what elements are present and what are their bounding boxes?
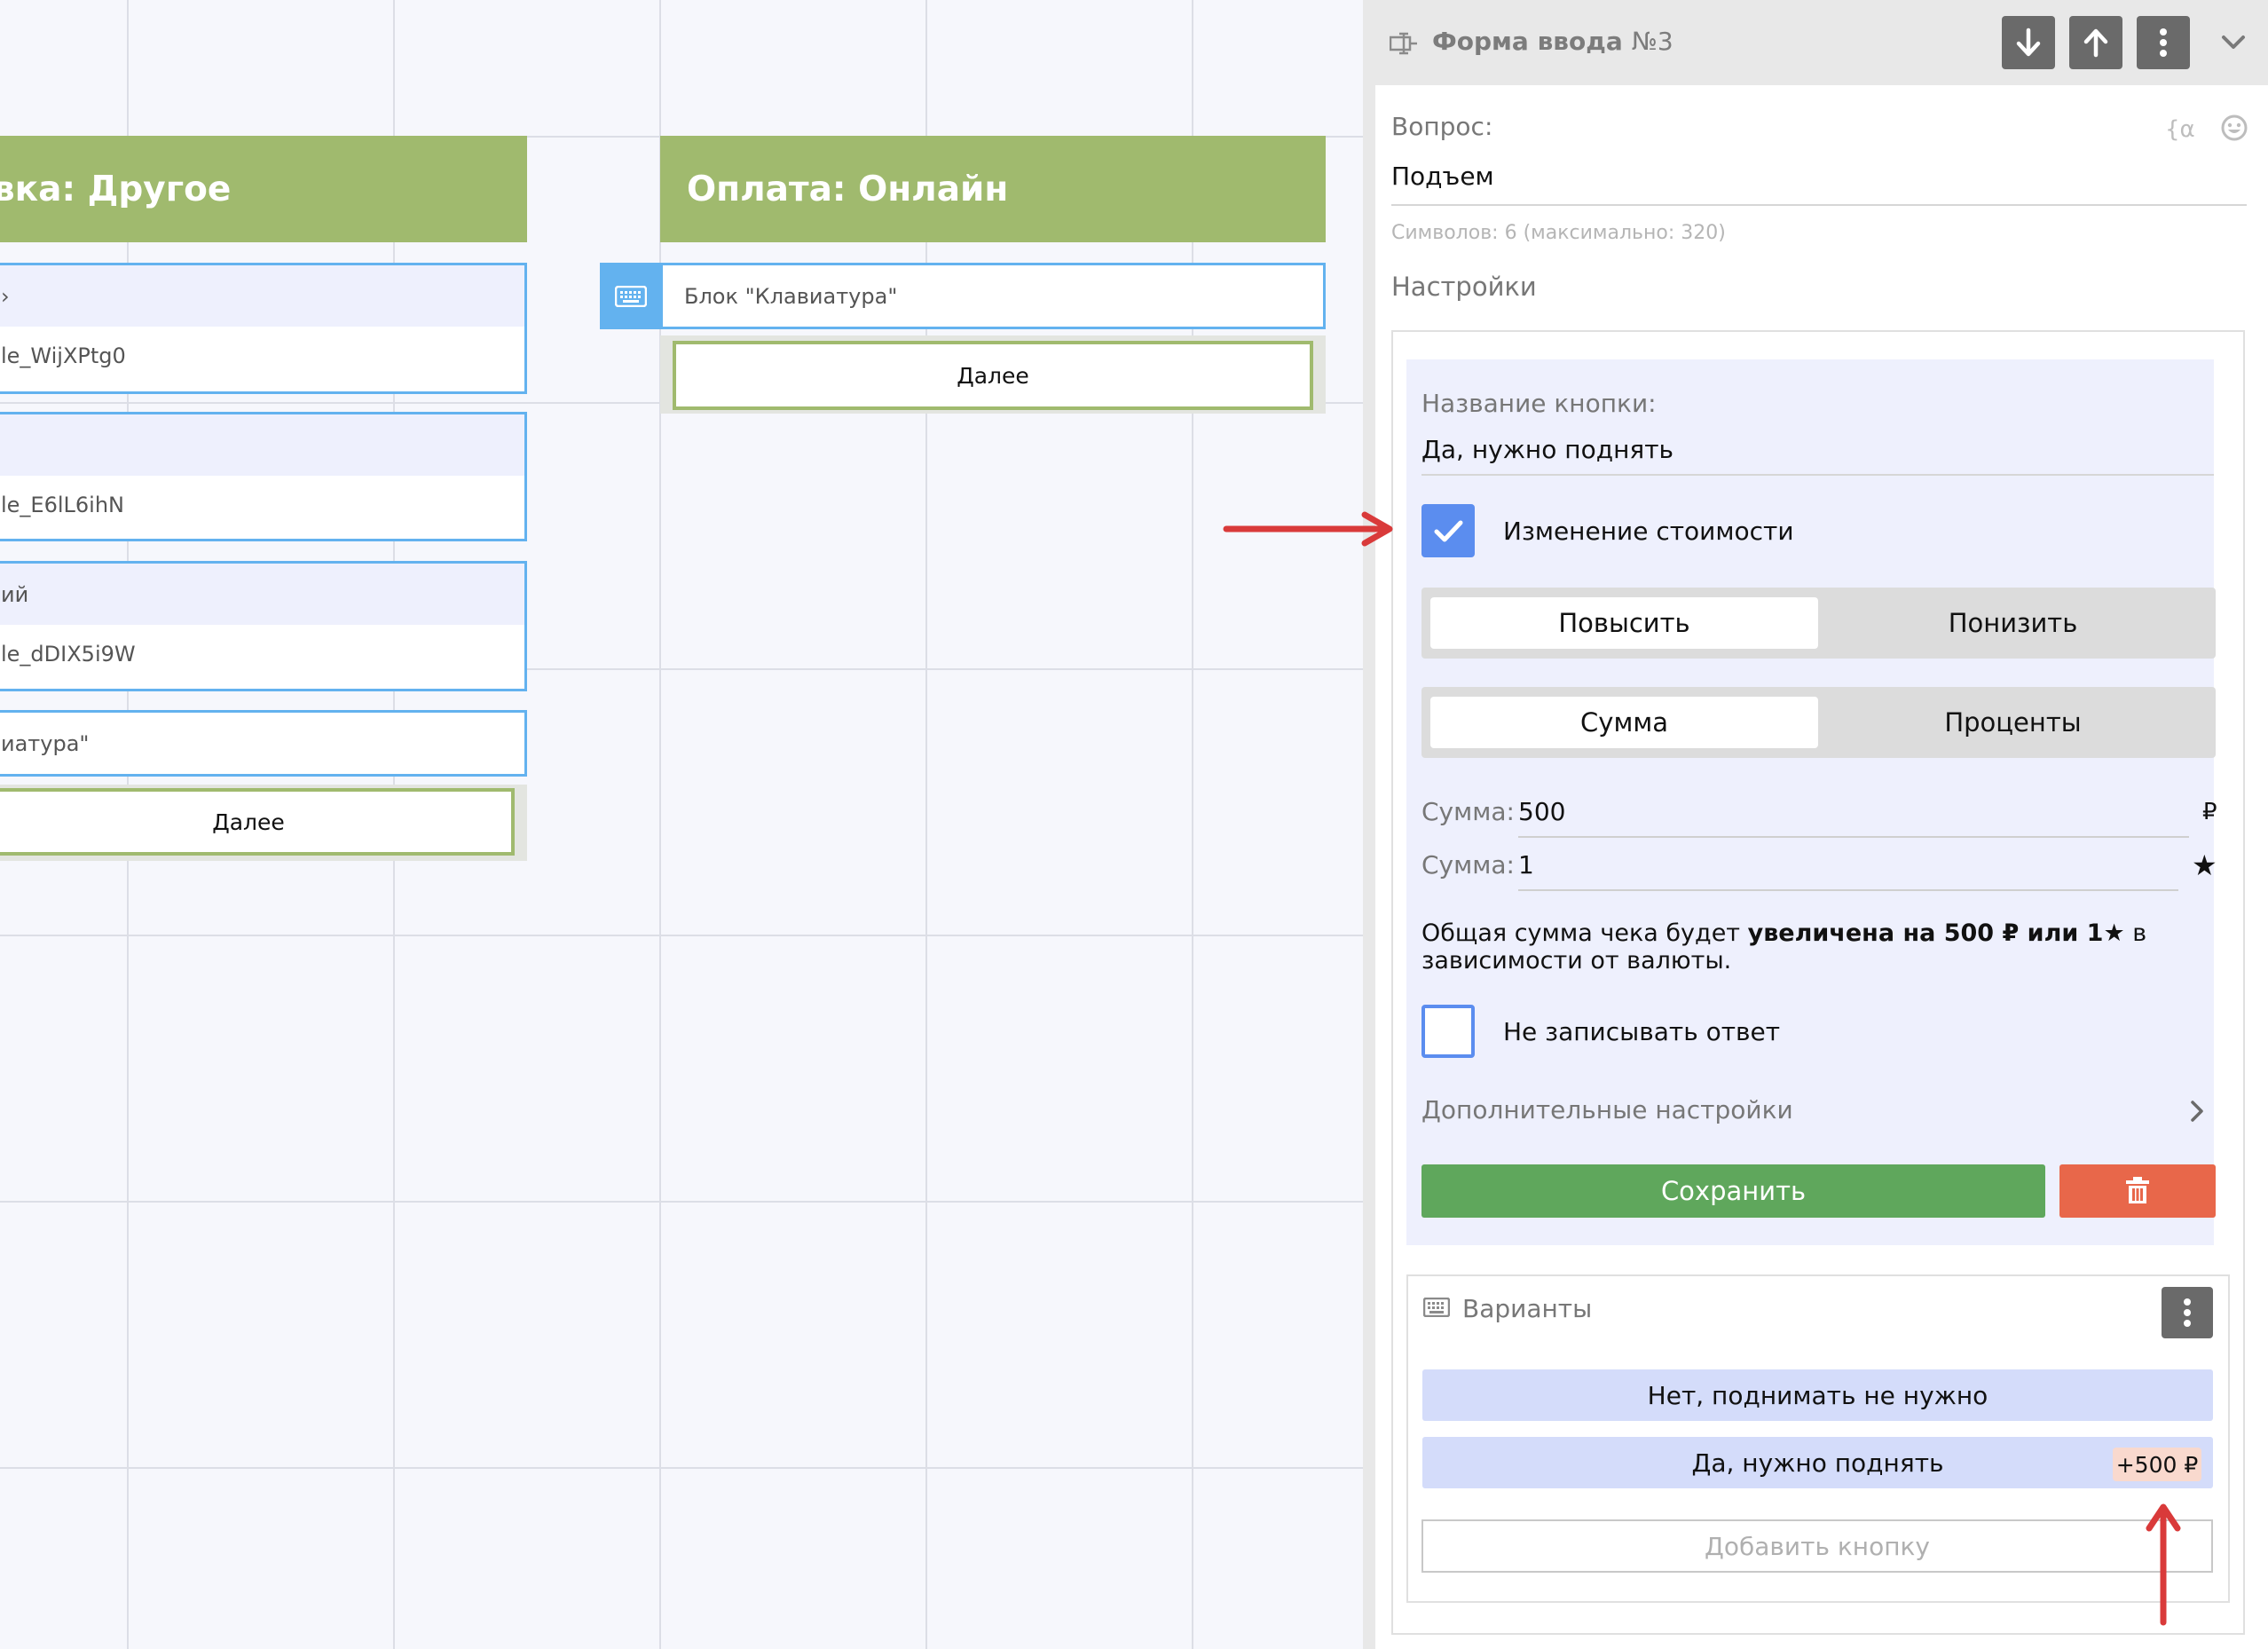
emoji-icon[interactable] [2220, 114, 2248, 142]
amount-star-label: Сумма: [1421, 850, 1515, 880]
block-label [0, 414, 524, 476]
add-button[interactable]: Добавить кнопку [1421, 1519, 2213, 1573]
panel-title-text: Форма ввода [1432, 27, 1623, 56]
keyboard-icon [615, 285, 647, 307]
more-vertical-icon [2184, 1298, 2191, 1327]
button-name-input[interactable]: Да, нужно поднять [1421, 435, 1673, 464]
block-variable: le_E6lL6ihN [1, 493, 125, 517]
no-record-checkbox[interactable] [1421, 1005, 1475, 1058]
panel-title-number: №3 [1631, 27, 1673, 56]
question-input[interactable]: Подъем [1391, 162, 1494, 191]
save-button-label: Сохранить [1660, 1176, 1807, 1206]
node-block[interactable]: le_E6lL6ihN [0, 412, 527, 541]
variants-more-button[interactable] [2162, 1287, 2213, 1338]
keyboard-tab[interactable] [600, 263, 662, 329]
next-button-label: Далее [212, 809, 285, 835]
no-record-label: Не записывать ответ [1503, 1017, 1781, 1046]
star-icon: ★ [2192, 848, 2217, 882]
node-title: Оплата: Онлайн [687, 169, 1009, 209]
chevron-down-icon[interactable] [2220, 34, 2247, 51]
percent-option[interactable]: Проценты [1819, 697, 2207, 748]
annotation-arrow-up [2146, 1503, 2181, 1626]
button-name-label: Название кнопки: [1421, 389, 1657, 418]
increase-option[interactable]: Повысить [1430, 597, 1818, 649]
decrease-option[interactable]: Понизить [1819, 597, 2207, 649]
variants-title: Варианты [1462, 1294, 1593, 1323]
variant-button[interactable]: Нет, поднимать не нужно [1422, 1369, 2213, 1421]
summary-prefix: Общая сумма чека будет [1421, 919, 1748, 947]
price-change-label: Изменение стоимости [1503, 517, 1794, 546]
keyboard-block-label: Блок "Клавиатура" [684, 283, 898, 309]
trash-icon [2126, 1177, 2149, 1203]
variant-label: Нет, поднимать не нужно [1647, 1380, 1988, 1410]
variant-button[interactable]: Да, нужно поднять [1422, 1437, 2213, 1488]
delete-button[interactable] [2059, 1164, 2216, 1218]
panel-header: Форма ввода №3 [1363, 0, 2268, 85]
arrow-up-icon [2083, 28, 2108, 58]
chevron-right-icon[interactable] [2188, 1099, 2206, 1124]
price-change-checkbox[interactable] [1421, 504, 1475, 557]
variant-label: Да, нужно поднять [1691, 1448, 1944, 1478]
move-up-button[interactable] [2069, 16, 2122, 69]
arrow-down-icon [2016, 28, 2041, 57]
svg-text:{α: {α [2165, 116, 2195, 142]
block-label: ий [0, 564, 524, 625]
variable-insert-icon[interactable]: {α [2165, 114, 2195, 142]
advanced-settings-toggle[interactable]: Дополнительные настройки [1421, 1095, 1793, 1124]
char-counter: Символов: 6 (максимально: 320) [1391, 222, 1726, 244]
save-button[interactable]: Сохранить [1421, 1164, 2045, 1218]
button-name-underline [1421, 474, 2214, 476]
settings-label: Настройки [1391, 272, 1537, 302]
form-icon [1390, 32, 1417, 55]
ruble-icon: ₽ [2202, 799, 2217, 825]
question-underline [1391, 204, 2247, 206]
amount-rub-label: Сумма: [1421, 797, 1515, 826]
node-block[interactable]: ий le_dDIX5i9W [0, 561, 527, 691]
node-block[interactable]: › le_WijXPtg0 [0, 263, 527, 394]
next-button[interactable]: Далее [0, 788, 515, 856]
block-label: › [0, 265, 524, 327]
more-vertical-icon [2160, 28, 2167, 57]
move-down-button[interactable] [2002, 16, 2055, 69]
next-button[interactable]: Далее [673, 341, 1313, 410]
price-change-badge: +500 ₽ [2113, 1448, 2201, 1481]
panel-title: Форма ввода №3 [1432, 27, 1673, 56]
amount-star-input[interactable]: 1 [1518, 850, 1534, 880]
summary-bold: увеличена на 500 ₽ или 1★ [1747, 919, 2125, 947]
sum-option[interactable]: Сумма [1430, 697, 1818, 748]
keyboard-block-label: иатура" [1, 730, 90, 756]
more-button[interactable] [2137, 16, 2190, 69]
annotation-arrow-right [1223, 511, 1393, 547]
keyboard-block[interactable]: иатура" [0, 710, 527, 777]
node-header-right[interactable]: Оплата: Онлайн [660, 136, 1326, 242]
block-variable: le_WijXPtg0 [1, 343, 126, 368]
keyboard-icon [1423, 1298, 1450, 1317]
node-title: вка: Другое [0, 169, 232, 209]
block-variable: le_dDIX5i9W [1, 642, 136, 667]
question-label: Вопрос: [1391, 112, 1493, 141]
amount-star-underline [1518, 889, 2178, 891]
keyboard-block[interactable]: Блок "Клавиатура" [660, 263, 1326, 329]
node-header-left[interactable]: вка: Другое [0, 136, 527, 242]
add-button-label: Добавить кнопку [1705, 1531, 1930, 1561]
price-summary: Общая сумма чека будет увеличена на 500 … [1421, 919, 2176, 974]
amount-rub-input[interactable]: 500 [1518, 797, 1565, 826]
amount-rub-underline [1518, 836, 2189, 838]
check-icon [1434, 520, 1463, 542]
flow-canvas[interactable]: вка: Другое › le_WijXPtg0 le_E6lL6ihN ий… [0, 0, 1363, 1649]
next-button-label: Далее [957, 362, 1029, 389]
